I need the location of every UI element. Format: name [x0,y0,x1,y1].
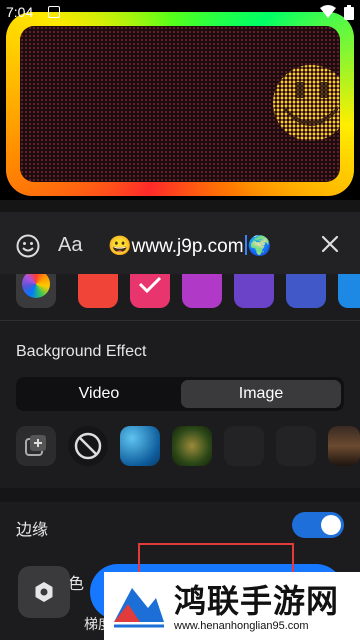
add-image-button[interactable] [16,426,56,466]
watermark-title: 鸿联手游网 [174,583,340,619]
swatch-pink-selected[interactable] [130,274,170,308]
settings-button[interactable] [18,566,70,618]
color-wheel-icon[interactable] [16,274,56,308]
check-icon [138,276,162,294]
led-dot-matrix [20,26,340,182]
emoji-icon[interactable] [16,234,40,258]
preview-divider [0,200,360,212]
status-time: 7:04 [6,4,34,20]
no-background-button[interactable] [68,426,108,466]
swatch-violet[interactable] [234,274,274,308]
background-image-placeholder[interactable] [224,426,264,466]
edge-label: 边缘 [16,522,49,539]
background-image-placeholder[interactable] [276,426,316,466]
toggle-knob [321,515,341,535]
led-frame [6,12,354,196]
status-bar: 7:04 [0,0,360,24]
hexagon-settings-icon [35,582,53,602]
watermark: 鸿联手游网 www.henanhonglian95.com [104,572,360,640]
close-icon[interactable] [320,234,340,254]
font-button[interactable]: Aa [58,234,82,257]
background-image-options [16,426,360,470]
background-effect-title: Background Effect [16,343,147,360]
led-preview [0,0,360,200]
text-input-bar[interactable]: Aa 😀www.j9p.com 🌍 [0,212,360,274]
tab-image[interactable]: Image [181,380,341,408]
watermark-url: www.henanhonglian95.com [174,620,309,632]
swatch-red[interactable] [78,274,118,308]
watermark-logo [114,588,164,628]
swatch-indigo[interactable] [286,274,326,308]
notification-icon [48,6,60,18]
text-cursor [244,235,247,255]
text-input-value[interactable]: 😀www.j9p.com 🌍 [108,234,271,258]
add-image-icon [25,435,46,456]
color-label: 色 [68,576,85,593]
swatch-blue[interactable] [338,274,360,308]
edge-toggle[interactable] [292,512,344,538]
tab-video[interactable]: Video [19,380,179,408]
background-image-leaves[interactable] [172,426,212,466]
background-image-city[interactable] [328,426,360,466]
battery-icon [344,5,354,20]
divider [0,320,360,321]
smiley-emoji-icon [273,65,340,141]
wifi-icon [320,5,336,18]
background-image-water[interactable] [120,426,160,466]
section-separator [0,488,360,502]
background-effect-tabs: Video Image [16,377,344,411]
swatch-purple[interactable] [182,274,222,308]
prohibit-icon [74,432,102,460]
text-color-swatches [0,274,360,314]
